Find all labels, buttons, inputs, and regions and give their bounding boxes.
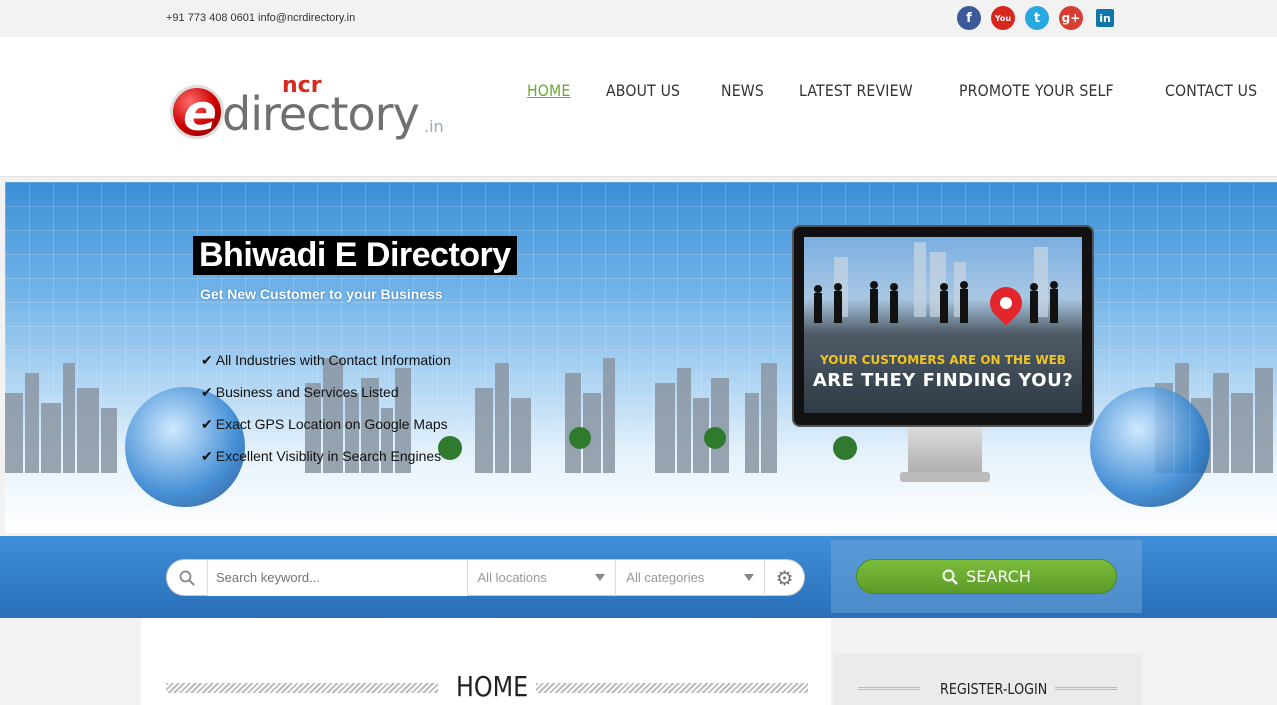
check-icon: ✔: [201, 384, 213, 400]
check-icon: ✔: [201, 416, 213, 432]
twitter-icon[interactable]: t: [1025, 6, 1049, 30]
chevron-down-icon: [744, 574, 755, 581]
check-icon: ✔: [201, 352, 213, 368]
feature-label: Excellent Visiblity in Search Engines: [215, 448, 442, 464]
youtube-icon[interactable]: You: [991, 6, 1015, 30]
search-form: All locations All categories ⚙: [166, 559, 805, 596]
logo-e-badge: e: [170, 84, 224, 142]
logo-e: e: [183, 84, 217, 142]
title-divider-right: [536, 683, 808, 693]
social-links: f You t g+ in: [957, 6, 1117, 30]
chevron-down-icon: [595, 574, 606, 581]
feature-label: Exact GPS Location on Google Maps: [215, 416, 448, 432]
location-select[interactable]: All locations: [466, 559, 616, 596]
linkedin-icon[interactable]: in: [1093, 6, 1117, 30]
search-icon: [942, 569, 958, 585]
monitor-tagline: YOUR CUSTOMERS ARE ON THE WEB: [820, 353, 1066, 367]
hero-banner: Bhiwadi E Directory Get New Customer to …: [5, 182, 1277, 533]
nav-contact-us[interactable]: CONTACT US: [1165, 81, 1257, 100]
feature-item: ✔ Excellent Visiblity in Search Engines: [201, 448, 451, 466]
facebook-icon[interactable]: f: [957, 6, 981, 30]
hero-subtitle: Get New Customer to your Business: [200, 286, 443, 302]
feature-list: ✔ All Industries with Contact Information…: [201, 352, 451, 480]
register-login-title: REGISTER-LOGIN: [940, 680, 1048, 698]
top-bar: +91 773 408 0601 info@ncrdirectory.in f …: [0, 0, 1277, 37]
search-button-label: SEARCH: [966, 567, 1031, 586]
nav-home[interactable]: HOME: [527, 81, 570, 100]
feature-item: ✔ Exact GPS Location on Google Maps: [201, 416, 451, 434]
feature-item: ✔ All Industries with Contact Information: [201, 352, 451, 370]
logo-tld: .in: [424, 117, 444, 136]
contact-info: +91 773 408 0601 info@ncrdirectory.in: [166, 12, 356, 24]
location-select-value: All locations: [477, 570, 547, 585]
search-keyword-input[interactable]: [206, 559, 467, 596]
feature-item: ✔ Business and Services Listed: [201, 384, 451, 402]
monitor-stand: [908, 427, 982, 477]
main-nav: HOME ABOUT US NEWS LATEST REVIEW PROMOTE…: [527, 81, 1270, 100]
globe-right: [1090, 387, 1210, 507]
feature-label: Business and Services Listed: [215, 384, 399, 400]
site-header: e ncr directory .in HOME ABOUT US NEWS L…: [0, 37, 1277, 177]
nav-about-us[interactable]: ABOUT US: [606, 81, 680, 100]
search-button[interactable]: SEARCH: [856, 559, 1117, 594]
google-plus-icon[interactable]: g+: [1059, 6, 1083, 30]
monitor-graphic: YOUR CUSTOMERS ARE ON THE WEB ARE THEY F…: [792, 225, 1094, 427]
nav-news[interactable]: NEWS: [721, 81, 764, 100]
title-divider-left: [166, 683, 438, 693]
category-select-value: All categories: [626, 570, 705, 585]
linkedin-glyph: in: [1096, 9, 1114, 27]
search-icon: [167, 570, 207, 586]
category-select[interactable]: All categories: [615, 559, 764, 596]
monitor-stand-base: [900, 472, 990, 482]
logo-word: directory: [222, 87, 420, 141]
nav-promote-your-self[interactable]: PROMOTE YOUR SELF: [959, 81, 1114, 100]
monitor-headline: ARE THEY FINDING YOU?: [812, 370, 1074, 391]
nav-latest-review[interactable]: LATEST REVIEW: [799, 81, 913, 100]
feature-label: All Industries with Contact Information: [215, 352, 451, 368]
hero-title: Bhiwadi E Directory: [193, 236, 517, 275]
site-logo[interactable]: e ncr directory .in: [166, 73, 466, 143]
check-icon: ✔: [201, 448, 213, 464]
monitor-screen: YOUR CUSTOMERS ARE ON THE WEB ARE THEY F…: [804, 237, 1082, 413]
sidebar-divider-left: [858, 687, 920, 690]
page-title: HOME: [456, 670, 529, 703]
gear-icon[interactable]: ⚙: [764, 559, 804, 596]
business-people-silhouettes: [814, 242, 1058, 323]
sidebar-divider-right: [1055, 687, 1117, 690]
